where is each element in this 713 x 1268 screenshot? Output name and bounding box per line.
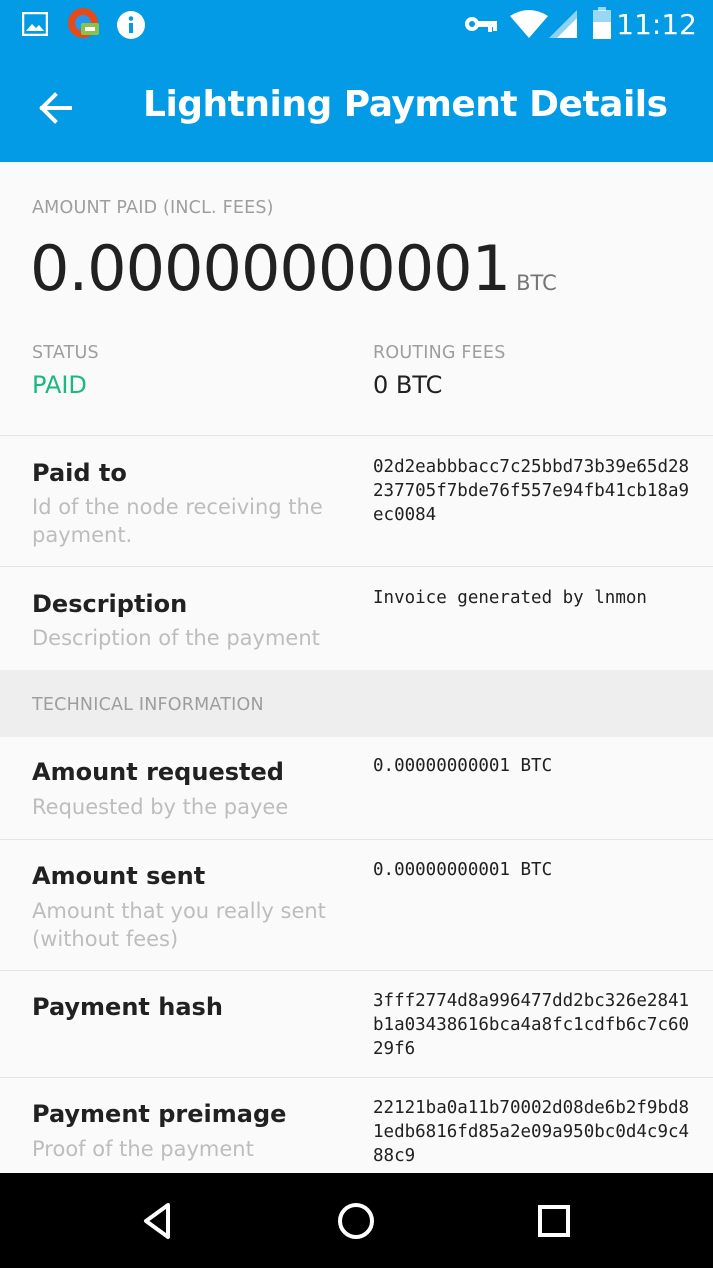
- paid-to-description: Id of the node receiving the payment.: [32, 495, 323, 547]
- status-bar-time: 11:12: [616, 8, 697, 41]
- app-bar: Lightning Payment Details: [0, 50, 713, 162]
- home-nav-icon[interactable]: [330, 1195, 382, 1247]
- amount-sent-value[interactable]: 0.00000000001 BTC: [373, 858, 693, 882]
- technical-information-header: TECHNICAL INFORMATION: [0, 670, 713, 737]
- info-icon: [117, 11, 145, 39]
- description-description: Description of the payment: [32, 626, 320, 650]
- divider: [0, 1077, 713, 1078]
- paid-to-title: Paid to: [32, 459, 127, 487]
- page-title: Lightning Payment Details: [143, 84, 668, 125]
- key-icon: [465, 17, 497, 32]
- divider: [0, 566, 713, 567]
- battery-icon: [593, 7, 611, 39]
- description-title: Description: [32, 590, 188, 618]
- amount-requested-title: Amount requested: [32, 758, 284, 786]
- amount-requested-value[interactable]: 0.00000000001 BTC: [373, 754, 693, 778]
- divider: [0, 839, 713, 840]
- recents-nav-icon[interactable]: [528, 1195, 580, 1247]
- amount-sent-title: Amount sent: [32, 862, 206, 890]
- payment-preimage-title: Payment preimage: [32, 1100, 287, 1128]
- payment-preimage-value[interactable]: 22121ba0a11b70002d08de6b2f9bd81edb6816fd…: [373, 1096, 693, 1168]
- payment-details-content[interactable]: AMOUNT PAID (INCL. FEES) 0.00000000001 BT…: [0, 162, 713, 1173]
- status-caption: STATUS: [32, 343, 99, 363]
- status-value: PAID: [32, 371, 87, 399]
- divider: [0, 435, 713, 436]
- amount-paid-caption: AMOUNT PAID (INCL. FEES): [32, 198, 274, 218]
- amount-paid-value: 0.00000000001: [30, 232, 511, 305]
- routing-fees-caption: ROUTING FEES: [373, 343, 506, 363]
- navigation-bar: [0, 1173, 713, 1268]
- amount-paid: 0.00000000001 BTC: [30, 232, 557, 305]
- technical-information-label: TECHNICAL INFORMATION: [32, 695, 264, 715]
- status-bar: 11:12: [0, 0, 713, 50]
- payment-hash-title: Payment hash: [32, 993, 223, 1021]
- back-nav-icon[interactable]: [132, 1195, 184, 1247]
- wifi-icon: [510, 10, 548, 38]
- payment-preimage-description: Proof of the payment: [32, 1137, 254, 1161]
- description-value[interactable]: Invoice generated by lnmon: [373, 586, 693, 610]
- routing-fees-value: 0 BTC: [373, 371, 443, 399]
- amount-paid-unit: BTC: [516, 271, 557, 295]
- signal-icon: [549, 10, 577, 38]
- paid-to-value[interactable]: 02d2eabbbacc7c25bbd73b39e65d28237705f7bd…: [373, 455, 693, 527]
- amount-requested-description: Requested by the payee: [32, 795, 289, 819]
- amount-sent-description: Amount that you really sent (without fee…: [32, 899, 326, 951]
- divider: [0, 970, 713, 971]
- image-icon: [22, 12, 48, 36]
- payment-hash-value[interactable]: 3fff2774d8a996477dd2bc326e2841b1a0343861…: [373, 989, 693, 1061]
- back-arrow-icon[interactable]: [28, 80, 84, 136]
- vpn-app-icon: [68, 8, 99, 38]
